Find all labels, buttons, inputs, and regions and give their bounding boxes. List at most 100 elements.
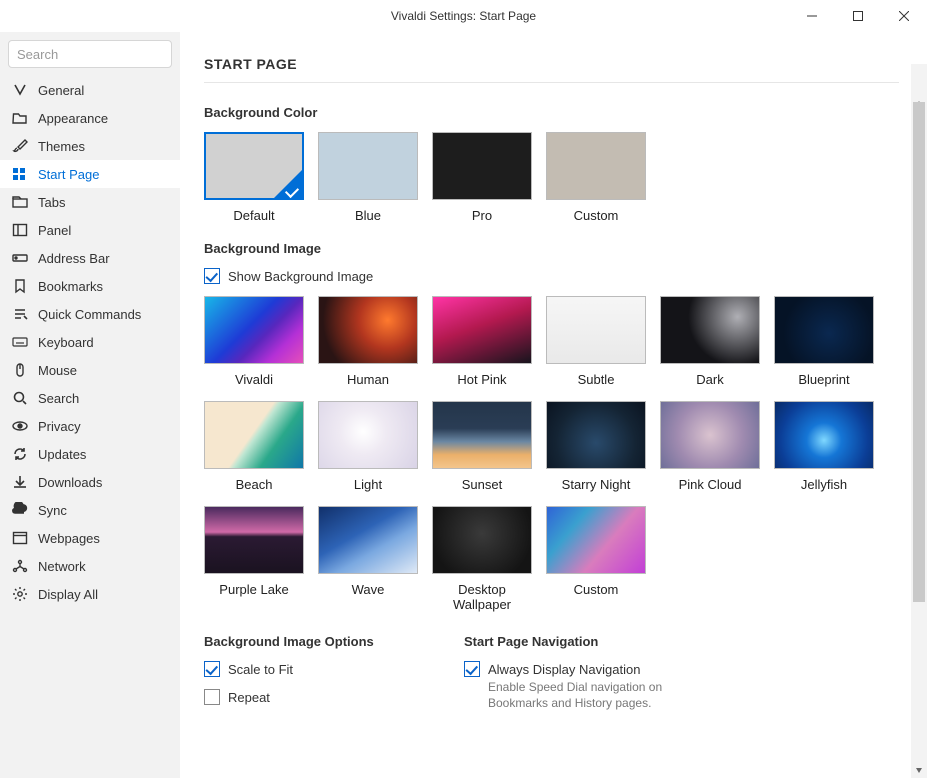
swatch-beach[interactable] (204, 401, 304, 469)
sidebar-item-privacy[interactable]: Privacy (0, 412, 180, 440)
network-icon (12, 558, 28, 574)
swatch-blueprint[interactable] (774, 296, 874, 364)
sidebar-item-label: General (38, 83, 84, 98)
tile-pro: Pro (432, 132, 532, 223)
swatch-jellyfish[interactable] (774, 401, 874, 469)
tile-label: Jellyfish (801, 477, 847, 492)
tile-label: Hot Pink (457, 372, 506, 387)
sync-icon (12, 502, 28, 518)
bookmark-icon (12, 278, 28, 294)
sidebar-item-updates[interactable]: Updates (0, 440, 180, 468)
swatch-wave[interactable] (318, 506, 418, 574)
nav-help-text: Enable Speed Dial navigation on Bookmark… (488, 679, 698, 711)
tile-label: Custom (574, 582, 619, 597)
show-bgimage-checkbox[interactable] (204, 268, 220, 284)
search-input[interactable] (8, 40, 172, 68)
brush-icon (12, 138, 28, 154)
downloads-icon (12, 474, 28, 490)
tile-starry-night: Starry Night (546, 401, 646, 492)
scale-to-fit-label: Scale to Fit (228, 662, 293, 677)
sidebar-item-search[interactable]: Search (0, 384, 180, 412)
sidebar-item-label: Panel (38, 223, 71, 238)
privacy-icon (12, 418, 28, 434)
tile-subtle: Subtle (546, 296, 646, 387)
sidebar-item-label: Mouse (38, 363, 77, 378)
always-display-nav-checkbox[interactable] (464, 661, 480, 677)
tile-dark: Dark (660, 296, 760, 387)
sidebar-item-webpages[interactable]: Webpages (0, 524, 180, 552)
tile-pink-cloud: Pink Cloud (660, 401, 760, 492)
tile-human: Human (318, 296, 418, 387)
swatch-blue[interactable] (318, 132, 418, 200)
swatch-dark[interactable] (660, 296, 760, 364)
swatch-vivaldi[interactable] (204, 296, 304, 364)
sidebar-item-mouse[interactable]: Mouse (0, 356, 180, 384)
tile-custom: Custom (546, 132, 646, 223)
search-icon (12, 390, 28, 406)
sidebar-item-themes[interactable]: Themes (0, 132, 180, 160)
sidebar-item-keyboard[interactable]: Keyboard (0, 328, 180, 356)
sidebar-item-general[interactable]: General (0, 76, 180, 104)
swatch-custom[interactable] (546, 132, 646, 200)
sidebar-item-downloads[interactable]: Downloads (0, 468, 180, 496)
tile-hot-pink: Hot Pink (432, 296, 532, 387)
repeat-label: Repeat (228, 690, 270, 705)
tile-label: Sunset (462, 477, 502, 492)
sidebar-item-label: Search (38, 391, 79, 406)
sidebar-item-panel[interactable]: Panel (0, 216, 180, 244)
sidebar-item-label: Themes (38, 139, 85, 154)
scale-to-fit-checkbox[interactable] (204, 661, 220, 677)
sidebar-item-sync[interactable]: Sync (0, 496, 180, 524)
vivaldi-icon (12, 82, 28, 98)
scroll-down-icon[interactable] (911, 762, 927, 778)
maximize-button[interactable] (835, 0, 881, 32)
repeat-checkbox[interactable] (204, 689, 220, 705)
swatch-hot-pink[interactable] (432, 296, 532, 364)
sidebar-item-label: Display All (38, 587, 98, 602)
bgimage-heading: Background Image (204, 241, 899, 256)
sidebar-item-start-page[interactable]: Start Page (0, 160, 180, 188)
content-area: START PAGE Background Color DefaultBlueP… (180, 32, 927, 778)
panel-icon (12, 222, 28, 238)
swatch-purple-lake[interactable] (204, 506, 304, 574)
tile-label: Wave (352, 582, 385, 597)
tile-label: Vivaldi (235, 372, 273, 387)
swatch-default[interactable] (204, 132, 304, 200)
sidebar-item-label: Downloads (38, 475, 102, 490)
scrollbar-thumb[interactable] (913, 102, 925, 602)
tile-label: Blue (355, 208, 381, 223)
minimize-button[interactable] (789, 0, 835, 32)
swatch-starry-night[interactable] (546, 401, 646, 469)
swatch-custom[interactable] (546, 506, 646, 574)
sidebar-item-label: Address Bar (38, 251, 110, 266)
quick-icon (12, 306, 28, 322)
tile-label: Pink Cloud (679, 477, 742, 492)
sidebar-item-label: Updates (38, 447, 86, 462)
tile-custom: Custom (546, 506, 646, 612)
tile-sunset: Sunset (432, 401, 532, 492)
page-title: START PAGE (204, 56, 899, 72)
swatch-sunset[interactable] (432, 401, 532, 469)
scrollbar-track[interactable] (911, 64, 927, 778)
swatch-subtle[interactable] (546, 296, 646, 364)
swatch-pink-cloud[interactable] (660, 401, 760, 469)
tile-desktop-wallpaper: Desktop Wallpaper (432, 506, 532, 612)
sidebar-item-label: Network (38, 559, 86, 574)
always-display-nav-label: Always Display Navigation (488, 662, 640, 677)
sidebar-item-display-all[interactable]: Display All (0, 580, 180, 608)
tabs-icon (12, 194, 28, 210)
swatch-pro[interactable] (432, 132, 532, 200)
bgcolor-heading: Background Color (204, 105, 899, 120)
close-button[interactable] (881, 0, 927, 32)
sidebar-item-quick-commands[interactable]: Quick Commands (0, 300, 180, 328)
sidebar-item-tabs[interactable]: Tabs (0, 188, 180, 216)
swatch-light[interactable] (318, 401, 418, 469)
swatch-human[interactable] (318, 296, 418, 364)
sidebar-item-bookmarks[interactable]: Bookmarks (0, 272, 180, 300)
tile-label: Beach (236, 477, 273, 492)
sidebar-item-network[interactable]: Network (0, 552, 180, 580)
tile-label: Blueprint (798, 372, 849, 387)
sidebar-item-appearance[interactable]: Appearance (0, 104, 180, 132)
sidebar-item-address-bar[interactable]: Address Bar (0, 244, 180, 272)
swatch-desktop-wallpaper[interactable] (432, 506, 532, 574)
